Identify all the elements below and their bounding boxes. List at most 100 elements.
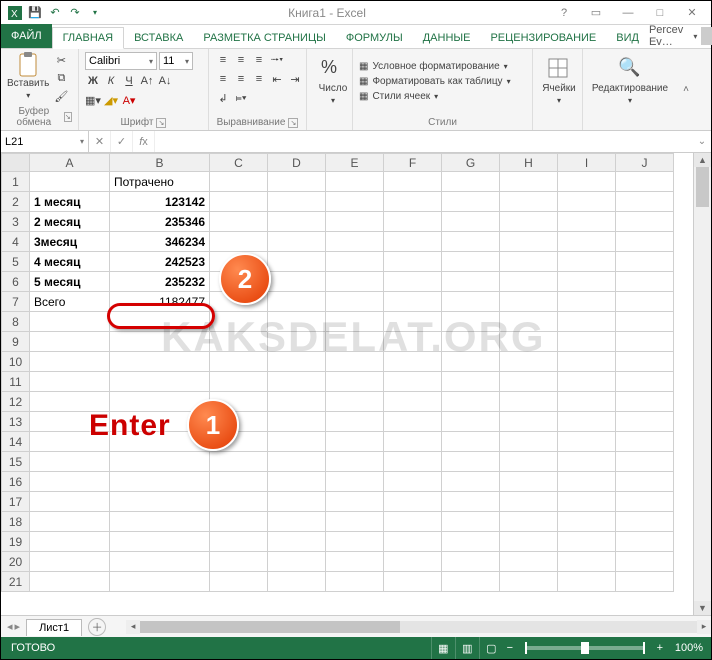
zoom-out-icon[interactable]: −: [503, 642, 517, 654]
cell[interactable]: [326, 292, 384, 312]
paste-button[interactable]: Вставить ▾: [7, 52, 49, 100]
tab-file[interactable]: ФАЙЛ: [1, 24, 52, 48]
cell[interactable]: [442, 472, 500, 492]
cell[interactable]: [268, 192, 326, 212]
tab-data[interactable]: ДАННЫЕ: [413, 28, 481, 48]
cell[interactable]: [616, 492, 674, 512]
format-painter-icon[interactable]: 🖌: [53, 88, 69, 104]
align-middle-icon[interactable]: ≡: [233, 52, 249, 68]
align-right-icon[interactable]: ≡: [251, 71, 267, 87]
cell[interactable]: [616, 412, 674, 432]
cell[interactable]: [268, 432, 326, 452]
cell[interactable]: [268, 292, 326, 312]
col-header[interactable]: B: [110, 154, 210, 172]
cell[interactable]: [210, 352, 268, 372]
cell[interactable]: [500, 192, 558, 212]
formula-bar[interactable]: [155, 131, 693, 152]
cell[interactable]: 5 месяц: [30, 272, 110, 292]
cell[interactable]: 235232: [110, 272, 210, 292]
cell[interactable]: [500, 292, 558, 312]
row-header[interactable]: 3: [2, 212, 30, 232]
cell[interactable]: 123142: [110, 192, 210, 212]
zoom-in-icon[interactable]: +: [653, 642, 667, 654]
cell[interactable]: [30, 352, 110, 372]
cell[interactable]: [268, 172, 326, 192]
cell[interactable]: [442, 232, 500, 252]
cell[interactable]: [558, 552, 616, 572]
fill-color-icon[interactable]: ◢▾: [103, 92, 119, 108]
cell[interactable]: [110, 492, 210, 512]
bold-button[interactable]: Ж: [85, 73, 101, 89]
cell[interactable]: Всего: [30, 292, 110, 312]
decrease-font-icon[interactable]: A↓: [157, 73, 173, 89]
cell[interactable]: [442, 252, 500, 272]
cell[interactable]: [326, 572, 384, 592]
row-header[interactable]: 15: [2, 452, 30, 472]
hscroll-right-icon[interactable]: ▸: [697, 620, 711, 634]
cell[interactable]: [110, 572, 210, 592]
hscroll-left-icon[interactable]: ◂: [126, 620, 140, 634]
cell[interactable]: [210, 492, 268, 512]
merge-icon[interactable]: ⫢▾: [233, 90, 249, 106]
cell[interactable]: [616, 252, 674, 272]
cell[interactable]: [616, 312, 674, 332]
cell[interactable]: [558, 572, 616, 592]
underline-button[interactable]: Ч: [121, 73, 137, 89]
cell[interactable]: [500, 352, 558, 372]
cell[interactable]: [616, 472, 674, 492]
cell[interactable]: [616, 352, 674, 372]
cell[interactable]: [384, 572, 442, 592]
cell[interactable]: [110, 312, 210, 332]
cell[interactable]: [616, 432, 674, 452]
cell-styles-button[interactable]: ▦Стили ячеек▾: [359, 91, 526, 102]
cell[interactable]: [326, 512, 384, 532]
row-header[interactable]: 18: [2, 512, 30, 532]
name-box[interactable]: L21▾: [1, 131, 89, 152]
cell[interactable]: [558, 512, 616, 532]
cell[interactable]: [326, 472, 384, 492]
row-header[interactable]: 4: [2, 232, 30, 252]
cell[interactable]: [384, 212, 442, 232]
cell[interactable]: [500, 332, 558, 352]
cell[interactable]: [384, 352, 442, 372]
cell[interactable]: [558, 172, 616, 192]
cell[interactable]: [384, 512, 442, 532]
scroll-up-icon[interactable]: ▲: [694, 153, 711, 167]
view-normal-icon[interactable]: ▦: [431, 637, 455, 659]
cell[interactable]: [384, 372, 442, 392]
conditional-formatting-button[interactable]: ▦Условное форматирование▾: [359, 61, 526, 72]
cell[interactable]: [30, 552, 110, 572]
cell[interactable]: [616, 552, 674, 572]
cell[interactable]: [558, 412, 616, 432]
minimize-icon[interactable]: —: [615, 4, 641, 22]
row-header[interactable]: 1: [2, 172, 30, 192]
cell[interactable]: [326, 432, 384, 452]
cell[interactable]: [30, 452, 110, 472]
italic-button[interactable]: К: [103, 73, 119, 89]
row-header[interactable]: 17: [2, 492, 30, 512]
cell[interactable]: [616, 392, 674, 412]
font-color-icon[interactable]: A▾: [121, 92, 137, 108]
cell[interactable]: [558, 452, 616, 472]
cell[interactable]: [616, 192, 674, 212]
new-sheet-icon[interactable]: ＋: [88, 618, 106, 636]
font-size-combo[interactable]: 11▾: [159, 52, 193, 70]
cell[interactable]: [500, 312, 558, 332]
cell[interactable]: [30, 492, 110, 512]
tab-home[interactable]: ГЛАВНАЯ: [52, 27, 124, 49]
cell[interactable]: [558, 332, 616, 352]
editing-button[interactable]: 🔍 Редактирование ▾: [589, 52, 671, 110]
ribbon-options-icon[interactable]: ▭: [583, 4, 609, 22]
cell[interactable]: [268, 312, 326, 332]
cell[interactable]: [210, 512, 268, 532]
cell[interactable]: [384, 312, 442, 332]
enter-formula-icon[interactable]: ✓: [111, 131, 133, 152]
cell[interactable]: [558, 532, 616, 552]
cell[interactable]: [616, 512, 674, 532]
align-top-icon[interactable]: ≡: [215, 52, 231, 68]
cell[interactable]: [268, 372, 326, 392]
cell[interactable]: [210, 192, 268, 212]
cell[interactable]: [500, 472, 558, 492]
cell[interactable]: [500, 252, 558, 272]
cell[interactable]: [442, 512, 500, 532]
